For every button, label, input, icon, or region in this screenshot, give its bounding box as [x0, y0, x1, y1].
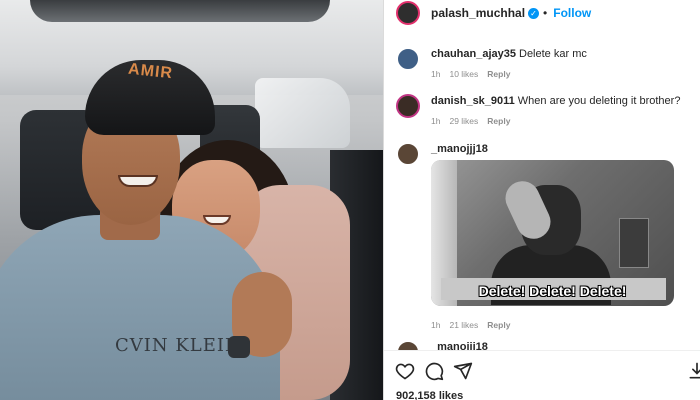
- shirt-print: CVIN KLEIN: [115, 335, 242, 356]
- avatar[interactable]: [396, 142, 420, 166]
- comment-likes[interactable]: 10 likes: [449, 69, 478, 79]
- post-header: palash_muchhal ✓ • Follow: [384, 0, 700, 25]
- verified-badge-icon: ✓: [528, 7, 540, 19]
- comment-time: 1h: [431, 69, 441, 79]
- comment-likes[interactable]: 29 likes: [449, 116, 478, 126]
- comment-item: _manojjj18 Delete! Delete! Delete! 1h 21…: [396, 142, 691, 332]
- comment-username[interactable]: chauhan_ajay35: [431, 48, 516, 60]
- post-username[interactable]: palash_muchhal: [431, 6, 525, 20]
- comment-meta: 1h 10 likes Reply: [431, 69, 691, 79]
- comment-username[interactable]: _manojjj18: [431, 143, 488, 155]
- comment-username[interactable]: danish_sk_9011: [431, 95, 515, 107]
- heart-icon[interactable]: [395, 361, 415, 381]
- gif-shelf: [619, 218, 649, 268]
- avatar[interactable]: [396, 340, 420, 350]
- comment-content: Delete kar mc: [519, 48, 587, 60]
- comment-body: _manojjj18: [431, 340, 691, 350]
- reply-button[interactable]: Reply: [487, 69, 510, 79]
- comment-username[interactable]: _manojjj18: [431, 341, 488, 350]
- car-window: [255, 78, 350, 148]
- comment-body: _manojjj18: [431, 142, 691, 156]
- comments-panel: palash_muchhal ✓ • Follow chauhan_ajay35…: [383, 0, 700, 400]
- reply-button[interactable]: Reply: [487, 116, 510, 126]
- avatar[interactable]: [396, 1, 420, 25]
- comment-meta: 1h 29 likes Reply: [431, 116, 691, 126]
- comment-text: danish_sk_9011 When are you deleting it b…: [431, 94, 691, 108]
- action-bar: 902,158 likes: [384, 350, 700, 400]
- header-text: palash_muchhal ✓ • Follow: [431, 6, 591, 20]
- avatar[interactable]: [396, 47, 420, 71]
- comment-time: 1h: [431, 320, 441, 330]
- share-icon[interactable]: [453, 361, 473, 381]
- comment-meta: 1h 21 likes Reply: [431, 320, 510, 330]
- like-count[interactable]: 902,158 likes: [396, 390, 463, 400]
- comment-icon[interactable]: [424, 361, 444, 381]
- watch: [228, 336, 250, 358]
- save-icon[interactable]: [687, 361, 700, 381]
- separator-dot: •: [543, 6, 548, 20]
- man-smile: [118, 175, 158, 187]
- comment-likes[interactable]: 21 likes: [449, 320, 478, 330]
- comment-gif[interactable]: Delete! Delete! Delete!: [431, 160, 674, 306]
- comment-item: _manojjj18: [396, 340, 691, 350]
- comment-body: chauhan_ajay35 Delete kar mc 1h 10 likes …: [431, 47, 691, 79]
- comment-time: 1h: [431, 116, 441, 126]
- post-photo[interactable]: AMIR CVIN KLEIN: [0, 0, 383, 400]
- gif-caption: Delete! Delete! Delete!: [478, 283, 627, 299]
- reply-button[interactable]: Reply: [487, 320, 510, 330]
- comment-text: _manojjj18: [431, 142, 691, 156]
- comment-text: _manojjj18: [431, 340, 691, 350]
- follow-button[interactable]: Follow: [553, 6, 591, 20]
- sunroof: [30, 0, 330, 22]
- comment-content: When are you deleting it brother?: [517, 95, 681, 107]
- avatar[interactable]: [396, 94, 420, 118]
- comment-body: danish_sk_9011 When are you deleting it b…: [431, 94, 691, 126]
- comment-text: chauhan_ajay35 Delete kar mc: [431, 47, 691, 61]
